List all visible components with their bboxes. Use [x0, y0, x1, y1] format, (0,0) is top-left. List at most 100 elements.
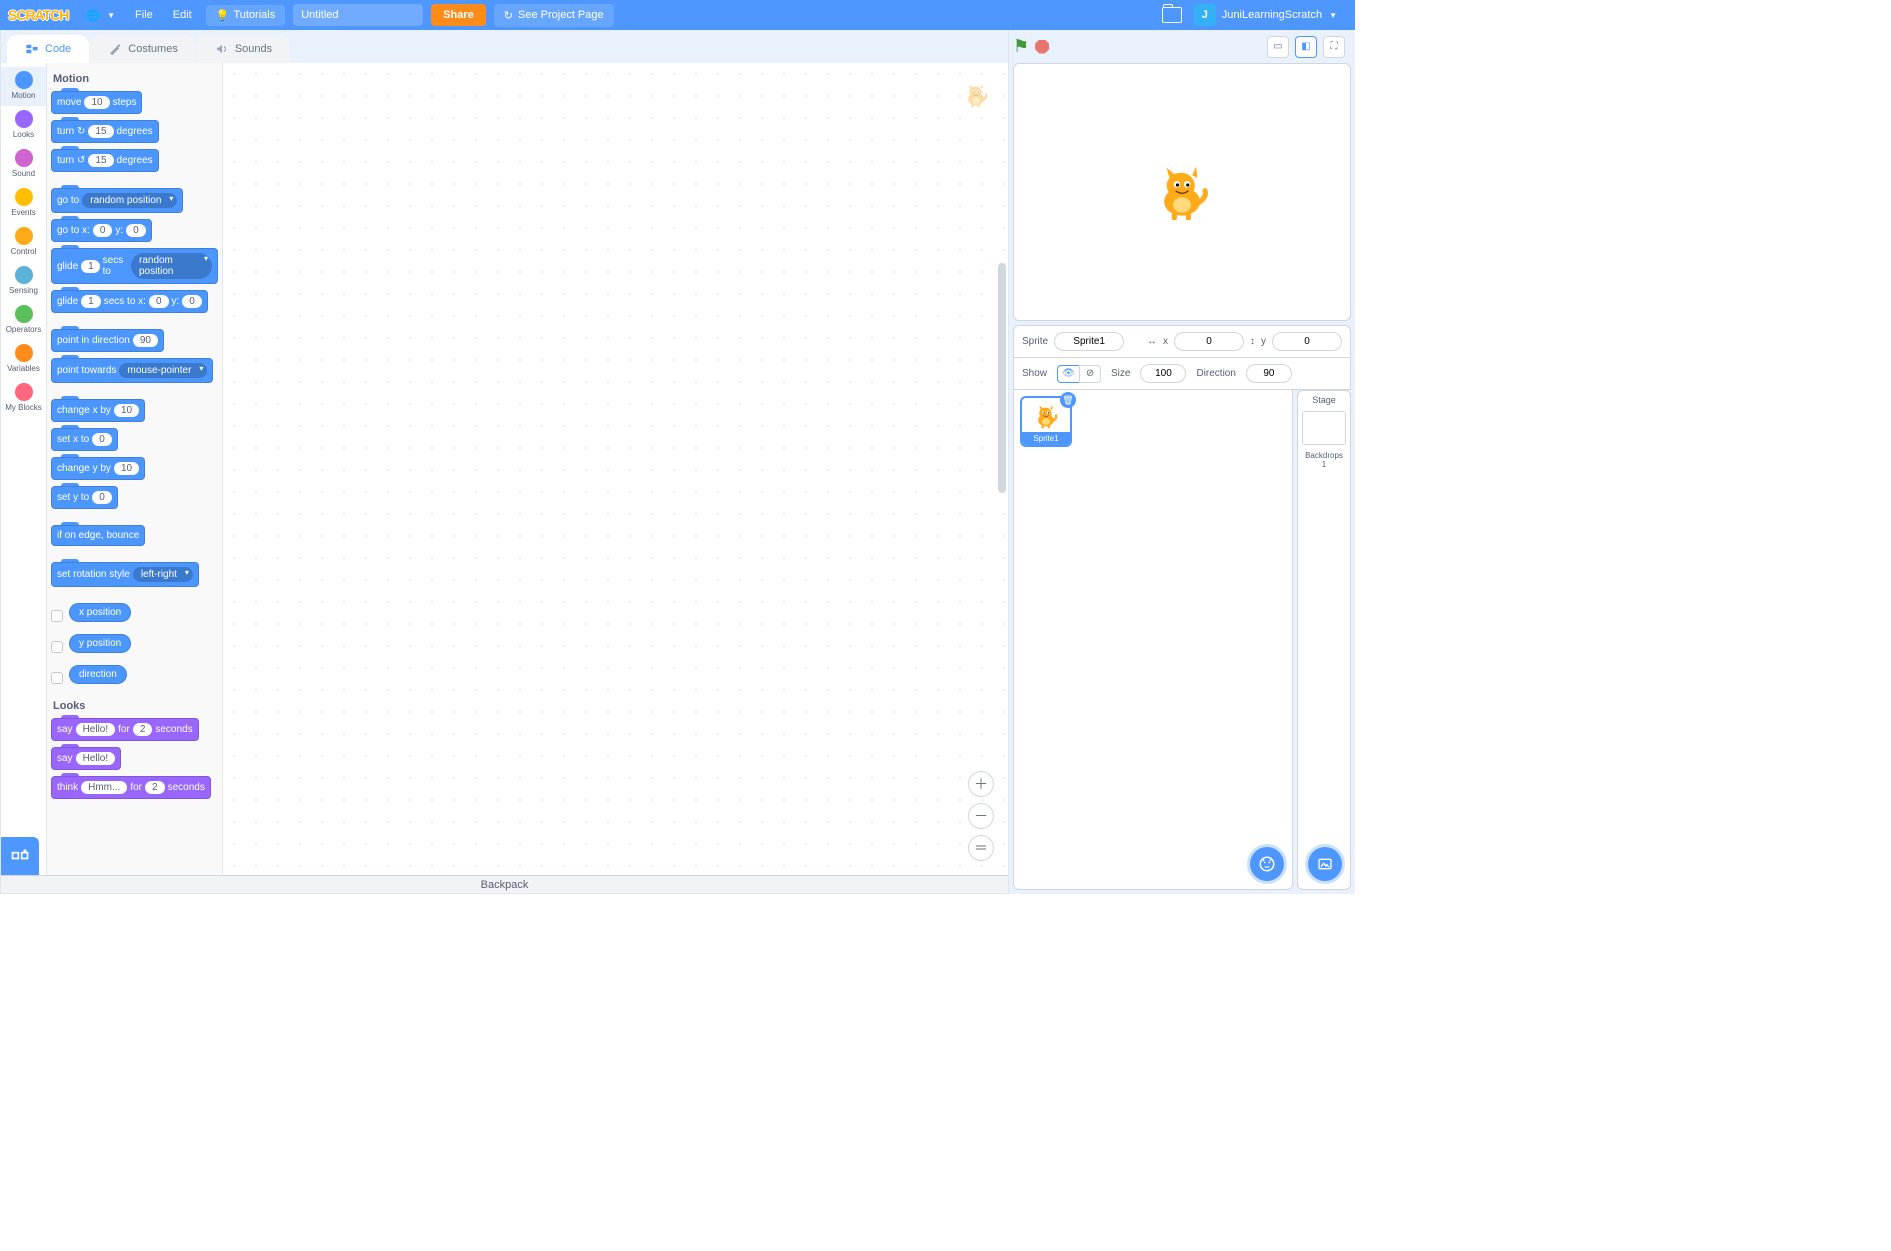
block-change-y[interactable]: change y by10	[51, 457, 145, 480]
workspace-scrollbar[interactable]	[998, 263, 1006, 493]
zoom-reset-button[interactable]: ＝	[968, 835, 994, 861]
share-button[interactable]: Share	[431, 4, 486, 26]
sprite-tile-name: Sprite1	[1022, 432, 1070, 445]
editor-tabs: Code Costumes Sounds	[1, 30, 1008, 63]
sprite-tile-sprite1[interactable]: 🗑 Sprite1	[1020, 396, 1072, 447]
file-menu[interactable]: File	[125, 9, 163, 21]
block-go-to-xy[interactable]: go to x:0y:0	[51, 219, 152, 242]
reporter-y-position[interactable]: y position	[69, 634, 131, 653]
stage-sprite-cat[interactable]	[1150, 160, 1214, 224]
stage-fullscreen-button[interactable]: ⛶	[1323, 36, 1345, 58]
block-set-rotation-style[interactable]: set rotation styleleft-right	[51, 562, 199, 587]
category-motion[interactable]: Motion	[1, 67, 46, 106]
category-looks[interactable]: Looks	[1, 106, 46, 145]
sprite-thumbnail	[1031, 402, 1061, 430]
block-think-for-secs[interactable]: thinkHmm...for2seconds	[51, 776, 211, 799]
sprite-direction-input[interactable]	[1246, 364, 1292, 383]
block-set-x[interactable]: set x to0	[51, 428, 118, 451]
block-glide-to-xy[interactable]: glide1secs to x:0y:0	[51, 290, 208, 313]
sprite-info-panel-row2: Show 👁 ⊘ Size Direction	[1013, 358, 1351, 390]
block-point-direction[interactable]: point in direction90	[51, 329, 164, 352]
category-dot-icon	[15, 266, 33, 284]
category-dot-icon	[15, 71, 33, 89]
selected-sprite-watermark	[962, 81, 990, 109]
tab-sounds[interactable]: Sounds	[197, 35, 290, 63]
language-menu[interactable]: 🌐▼	[76, 9, 125, 22]
category-sound[interactable]: Sound	[1, 145, 46, 184]
stage[interactable]	[1013, 63, 1351, 321]
block-point-towards[interactable]: point towardsmouse-pointer	[51, 358, 213, 383]
stage-selector[interactable]: Stage Backdrops 1	[1297, 390, 1351, 890]
block-palette[interactable]: Motion move10steps turn ↻15degrees turn …	[47, 63, 223, 875]
reporter-x-position[interactable]: x position	[69, 603, 131, 622]
code-workspace[interactable]: ＋ － ＝	[223, 63, 1008, 875]
zoom-out-button[interactable]: －	[968, 803, 994, 829]
project-title-input[interactable]	[293, 4, 423, 26]
category-control[interactable]: Control	[1, 223, 46, 262]
checkbox-y-position[interactable]	[51, 641, 63, 653]
block-move-steps[interactable]: move10steps	[51, 91, 142, 114]
backdrops-count: 1	[1322, 460, 1326, 469]
sprite-name-label: Sprite	[1022, 336, 1048, 347]
edit-menu[interactable]: Edit	[163, 9, 202, 21]
workspace-grid	[223, 63, 1008, 875]
reporter-direction[interactable]: direction	[69, 665, 127, 684]
stage-large-button[interactable]: ◧	[1295, 36, 1317, 58]
category-label: Events	[11, 208, 35, 217]
stage-small-button[interactable]: ▭	[1267, 36, 1289, 58]
backdrop-thumbnail[interactable]	[1302, 411, 1346, 445]
block-say[interactable]: sayHello!	[51, 747, 121, 770]
green-flag-button[interactable]: ⚑	[1013, 36, 1029, 57]
my-stuff-icon[interactable]	[1162, 7, 1182, 23]
add-extension-button[interactable]	[1, 837, 39, 875]
block-change-x[interactable]: change x by10	[51, 399, 145, 422]
block-if-edge-bounce[interactable]: if on edge, bounce	[51, 525, 145, 546]
account-menu[interactable]: JuniLearningScratch▼	[1222, 9, 1347, 21]
block-go-to[interactable]: go torandom position	[51, 188, 183, 213]
see-project-page-button[interactable]: ↻See Project Page	[494, 4, 614, 27]
image-plus-icon	[1317, 856, 1333, 872]
category-my-blocks[interactable]: My Blocks	[1, 379, 46, 418]
category-sensing[interactable]: Sensing	[1, 262, 46, 301]
category-variables[interactable]: Variables	[1, 340, 46, 379]
lightbulb-icon: 💡	[216, 9, 230, 22]
sounds-icon	[215, 42, 229, 56]
backpack-toggle[interactable]: Backpack	[1, 875, 1008, 893]
sprite-size-input[interactable]	[1140, 364, 1186, 383]
block-turn-cw[interactable]: turn ↻15degrees	[51, 120, 159, 143]
sprite-x-input[interactable]	[1174, 332, 1244, 351]
show-sprite-button[interactable]: 👁	[1057, 365, 1079, 383]
delete-sprite-button[interactable]: 🗑	[1060, 392, 1076, 408]
x-label: x	[1163, 336, 1168, 347]
tab-costumes[interactable]: Costumes	[90, 35, 196, 63]
category-label: Control	[11, 247, 37, 256]
block-say-for-secs[interactable]: sayHello!for2seconds	[51, 718, 199, 741]
category-label: Sound	[12, 169, 35, 178]
arrows-v-icon: ↕	[1250, 336, 1255, 347]
category-events[interactable]: Events	[1, 184, 46, 223]
block-turn-ccw[interactable]: turn ↺15degrees	[51, 149, 159, 172]
category-operators[interactable]: Operators	[1, 301, 46, 340]
stop-button[interactable]	[1035, 40, 1049, 54]
checkbox-direction[interactable]	[51, 672, 63, 684]
tutorials-button[interactable]: 💡Tutorials	[206, 5, 285, 26]
block-set-y[interactable]: set y to0	[51, 486, 118, 509]
add-sprite-button[interactable]	[1250, 847, 1284, 881]
category-dot-icon	[15, 305, 33, 323]
category-label: Motion	[11, 91, 35, 100]
zoom-in-button[interactable]: ＋	[968, 771, 994, 797]
sprite-y-input[interactable]	[1272, 332, 1342, 351]
add-backdrop-button[interactable]	[1308, 847, 1342, 881]
user-avatar: J	[1194, 4, 1216, 26]
tab-code[interactable]: Code	[7, 35, 89, 63]
refresh-icon: ↻	[504, 9, 513, 22]
category-dot-icon	[15, 188, 33, 206]
category-label: Sensing	[9, 286, 38, 295]
sprite-name-input[interactable]	[1054, 332, 1124, 351]
hide-sprite-button[interactable]: ⊘	[1079, 365, 1101, 383]
category-label: Looks	[13, 130, 34, 139]
block-glide-to[interactable]: glide1secs torandom position	[51, 248, 218, 284]
category-dot-icon	[15, 227, 33, 245]
globe-icon: 🌐	[86, 9, 100, 22]
checkbox-x-position[interactable]	[51, 610, 63, 622]
